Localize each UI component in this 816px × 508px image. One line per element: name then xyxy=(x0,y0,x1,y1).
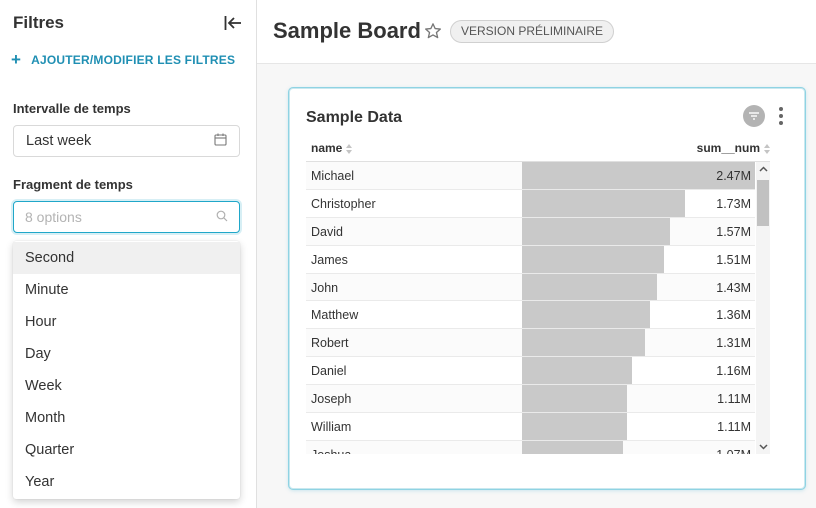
time-grain-select[interactable] xyxy=(13,201,240,233)
grain-option-week[interactable]: Week xyxy=(13,370,240,402)
table-row[interactable]: David 1.57M xyxy=(306,217,755,246)
row-value-cell: 1.51M xyxy=(716,252,751,267)
table-row[interactable]: James 1.51M xyxy=(306,245,755,274)
table-row[interactable]: William 1.11M xyxy=(306,413,755,441)
column-header-sum-num[interactable]: sum__num xyxy=(697,141,770,155)
dashboard-title[interactable]: Sample Board xyxy=(273,18,421,44)
grain-option-second[interactable]: Second xyxy=(13,242,240,274)
row-value-cell: 2.47M xyxy=(716,169,751,183)
row-value-cell: 1.73M xyxy=(716,196,751,211)
add-edit-filters-button[interactable]: + AJOUTER/MODIFIER LES FILTRES xyxy=(11,50,236,69)
sidebar-title: Filtres xyxy=(13,13,65,32)
chart-card: Sample Data name sum__num Michael 2.47M Ch… xyxy=(289,88,805,489)
grain-option-month[interactable]: Month xyxy=(13,402,240,434)
plus-icon: + xyxy=(11,50,22,69)
time-range-label: Intervalle de temps xyxy=(13,101,131,116)
time-range-picker[interactable]: Last week xyxy=(13,125,240,157)
value-bar xyxy=(522,217,670,245)
value-bar xyxy=(522,385,627,413)
row-value-cell: 1.16M xyxy=(716,364,751,379)
scroll-up-icon[interactable] xyxy=(756,162,770,176)
row-name-cell: James xyxy=(311,252,348,267)
sort-icon xyxy=(346,143,353,154)
row-name-cell: John xyxy=(311,280,339,295)
table-scrollbar[interactable] xyxy=(756,162,770,454)
row-name-cell: Robert xyxy=(311,336,349,351)
table-row[interactable]: Matthew 1.36M xyxy=(306,301,755,330)
collapse-sidebar-icon[interactable] xyxy=(223,13,243,33)
time-grain-label: Fragment de temps xyxy=(13,177,133,192)
row-value-cell: 1.36M xyxy=(716,308,751,323)
row-name-cell: Joshua xyxy=(311,448,351,454)
row-name-cell: Matthew xyxy=(311,308,359,323)
scroll-down-icon[interactable] xyxy=(756,440,770,454)
draft-status-badge[interactable]: VERSION PRÉLIMINAIRE xyxy=(450,20,615,43)
sort-icon xyxy=(764,143,770,154)
value-bar xyxy=(522,189,685,217)
sidebar-header: Filtres xyxy=(13,12,243,34)
row-value-cell: 1.11M xyxy=(717,420,751,435)
row-value-cell: 1.07M xyxy=(716,448,751,454)
table-row[interactable]: Joshua 1.07M xyxy=(306,440,755,454)
grain-option-hour[interactable]: Hour xyxy=(13,306,240,338)
time-grain-dropdown: Second Minute Hour Day Week Month Quarte… xyxy=(13,241,240,499)
search-icon xyxy=(216,209,228,225)
table-row[interactable]: Michael 2.47M xyxy=(306,162,755,190)
row-value-cell: 1.57M xyxy=(716,224,751,239)
row-value-cell: 1.31M xyxy=(716,336,751,351)
row-name-cell: Joseph xyxy=(311,392,352,407)
star-icon[interactable] xyxy=(424,22,442,40)
row-value-cell: 1.43M xyxy=(716,280,751,295)
value-bar xyxy=(522,413,627,440)
calendar-icon xyxy=(214,133,227,150)
more-vertical-icon[interactable] xyxy=(776,107,786,125)
value-bar xyxy=(522,301,650,329)
table-row[interactable]: Robert 1.31M xyxy=(306,329,755,358)
grain-option-minute[interactable]: Minute xyxy=(13,274,240,306)
value-bar xyxy=(522,329,645,357)
time-grain-search-input[interactable] xyxy=(25,209,205,225)
add-edit-filters-label: AJOUTER/MODIFIER LES FILTRES xyxy=(31,52,236,67)
time-range-value: Last week xyxy=(26,133,92,149)
chart-title: Sample Data xyxy=(306,109,403,126)
table-row[interactable]: John 1.43M xyxy=(306,273,755,302)
value-bar xyxy=(522,440,623,454)
filters-sidebar: Filtres + AJOUTER/MODIFIER LES FILTRES I… xyxy=(0,0,257,508)
table-row[interactable]: Joseph 1.11M xyxy=(306,385,755,414)
table-row[interactable]: Christopher 1.73M xyxy=(306,189,755,218)
row-name-cell: Daniel xyxy=(311,364,347,379)
column-header-name[interactable]: name xyxy=(311,141,353,155)
filter-icon[interactable] xyxy=(743,105,765,127)
row-name-cell: Michael xyxy=(311,169,355,183)
row-name-cell: William xyxy=(311,420,352,435)
table-header: name sum__num xyxy=(306,135,770,162)
grain-option-year[interactable]: Year xyxy=(13,466,240,498)
value-bar xyxy=(522,273,657,301)
scroll-thumb[interactable] xyxy=(757,180,769,226)
row-name-cell: David xyxy=(311,224,343,239)
value-bar xyxy=(522,357,632,385)
grain-option-quarter[interactable]: Quarter xyxy=(13,434,240,466)
row-name-cell: Christopher xyxy=(311,196,376,211)
value-bar xyxy=(522,245,664,273)
table-body: Michael 2.47M Christopher 1.73M David 1.57M Ja… xyxy=(306,162,755,454)
table-row[interactable]: Daniel 1.16M xyxy=(306,357,755,386)
row-value-cell: 1.11M xyxy=(717,392,751,407)
grain-option-day[interactable]: Day xyxy=(13,338,240,370)
